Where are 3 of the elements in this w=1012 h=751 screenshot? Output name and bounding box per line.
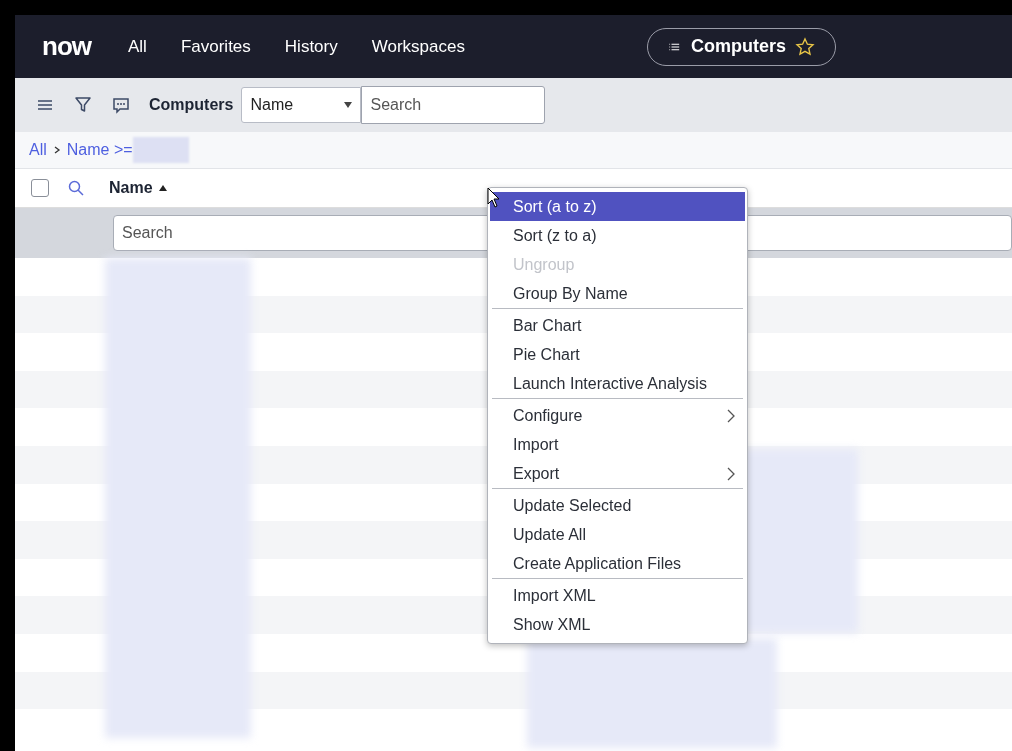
list-title: Computers (149, 96, 234, 114)
menu-item: Ungroup (512, 254, 576, 275)
context-title: Computers (690, 36, 786, 57)
